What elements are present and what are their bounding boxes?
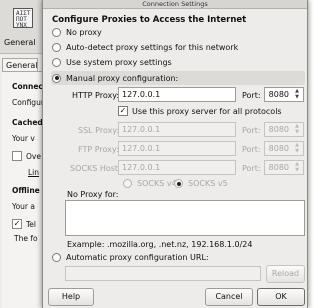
auto-config-url-option[interactable]: Automatic proxy configuration URL:	[52, 253, 209, 262]
offline-heading: Offline	[12, 186, 40, 195]
socks-v4-label: SOCKS v4	[137, 179, 177, 188]
same-proxy-checkbox[interactable]: ✓	[118, 106, 128, 116]
no-proxy-example: Example: .mozilla.org, .net.nz, 192.168.…	[67, 240, 253, 249]
no-proxy-option[interactable]: No proxy	[52, 28, 102, 37]
dialog-title: Connection Settings	[43, 0, 307, 9]
http-proxy-label: HTTP Proxy:	[72, 91, 120, 100]
tab-general[interactable]: General	[2, 58, 38, 72]
ok-button[interactable]: OK	[257, 288, 305, 306]
system-proxy-option[interactable]: Use system proxy settings	[52, 58, 172, 67]
dialog-heading: Configure Proxies to Access the Internet	[52, 15, 247, 25]
http-port-stepper[interactable]: 8080 ▲ ▼	[264, 87, 304, 102]
manual-proxy-label: Manual proxy configuration:	[66, 73, 179, 83]
socks-host-label: SOCKS Host:	[70, 164, 121, 173]
socks-port-value: 8080	[268, 163, 289, 172]
auto-detect-option[interactable]: Auto-detect proxy settings for this netw…	[52, 43, 238, 52]
manual-proxy-option[interactable]: Manual proxy configuration:	[51, 71, 305, 85]
connection-settings-dialog: Connection Settings Configure Proxies to…	[42, 0, 308, 308]
auto-detect-label: Auto-detect proxy settings for this netw…	[66, 43, 239, 52]
socks-port-arrows-icon[interactable]: ▲ ▼	[292, 161, 302, 173]
ssl-port-label: Port:	[242, 126, 261, 135]
no-proxy-for-textarea[interactable]	[65, 200, 305, 236]
limit-cache-label: Lin	[28, 168, 40, 177]
socks-port-stepper[interactable]: 8080 ▲ ▼	[264, 160, 304, 175]
reload-button[interactable]: Reload	[266, 265, 305, 283]
http-port-label: Port:	[242, 91, 261, 100]
tell-me-label: Tel	[26, 220, 37, 229]
ssl-port-arrows-icon[interactable]: ▲ ▼	[292, 123, 302, 135]
socks-v4-radio[interactable]	[123, 179, 132, 188]
cached-heading: Cached	[12, 118, 43, 127]
auto-config-url-input[interactable]	[65, 266, 261, 281]
ftp-port-stepper[interactable]: 8080 ▲ ▼	[264, 141, 304, 156]
general-pane-label[interactable]: General	[4, 38, 36, 47]
help-button[interactable]: Help	[48, 288, 94, 306]
cancel-button[interactable]: Cancel	[205, 288, 253, 306]
system-proxy-label: Use system proxy settings	[66, 58, 172, 67]
auto-config-url-label: Automatic proxy configuration URL:	[66, 253, 209, 262]
socks-v4-option[interactable]: SOCKS v4	[123, 179, 177, 188]
override-cache-checkbox[interactable]	[12, 151, 22, 161]
ftp-proxy-input[interactable]: 127.0.0.1	[118, 141, 236, 156]
preferences-window: ΑΙΣΤ ΠΟΤ ΥΝΧ General General Connect Con…	[0, 0, 48, 308]
following-text: The fo	[14, 234, 38, 243]
ssl-port-value: 8080	[268, 125, 289, 134]
ftp-port-value: 8080	[268, 144, 289, 153]
ftp-port-arrows-icon[interactable]: ▲ ▼	[292, 142, 302, 154]
tell-me-checkbox[interactable]: ✓	[12, 219, 22, 229]
no-proxy-label: No proxy	[66, 28, 102, 37]
auto-config-url-radio[interactable]	[52, 253, 61, 262]
http-port-value: 8080	[268, 90, 289, 99]
auto-detect-radio[interactable]	[52, 43, 61, 52]
cache-text: Your v	[12, 134, 35, 143]
manual-proxy-radio[interactable]	[52, 73, 61, 83]
no-proxy-radio[interactable]	[52, 28, 61, 37]
ssl-proxy-label: SSL Proxy:	[78, 126, 120, 135]
offline-text: Your a	[12, 202, 35, 211]
override-cache-label: Ove	[26, 152, 41, 161]
socks-host-input[interactable]: 127.0.0.1	[118, 160, 236, 175]
socks-v5-option[interactable]: SOCKS v5	[174, 179, 228, 188]
ftp-proxy-label: FTP Proxy:	[78, 145, 119, 154]
system-proxy-radio[interactable]	[52, 58, 61, 67]
same-proxy-label: Use this proxy server for all protocols	[132, 107, 282, 116]
http-proxy-input[interactable]: 127.0.0.1	[118, 87, 236, 102]
socks-v5-label: SOCKS v5	[188, 179, 228, 188]
ftp-port-label: Port:	[242, 145, 261, 154]
http-port-arrows-icon[interactable]: ▲ ▼	[292, 88, 302, 100]
socks-port-label: Port:	[242, 164, 261, 173]
preferences-toolbar: ΑΙΣΤ ΠΟΤ ΥΝΧ General	[0, 0, 48, 54]
ssl-proxy-input[interactable]: 127.0.0.1	[118, 122, 236, 137]
socks-v5-radio[interactable]	[174, 179, 183, 188]
general-pane-icon[interactable]: ΑΙΣΤ ΠΟΤ ΥΝΧ	[13, 8, 33, 29]
ssl-port-stepper[interactable]: 8080 ▲ ▼	[264, 122, 304, 137]
no-proxy-for-label: No Proxy for:	[67, 190, 119, 199]
